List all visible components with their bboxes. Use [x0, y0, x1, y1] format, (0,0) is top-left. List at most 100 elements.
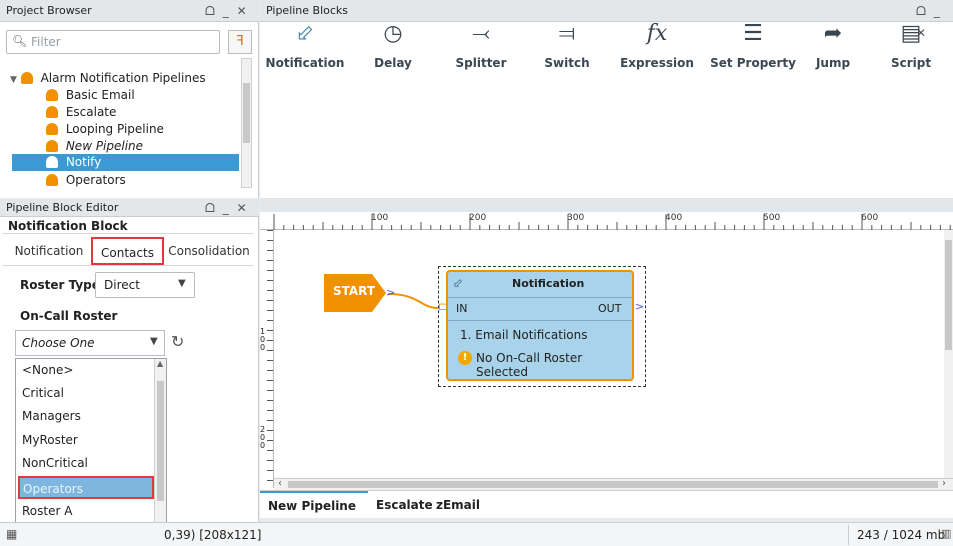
tree-item[interactable]: Escalate [46, 104, 116, 120]
splitter-icon: ⤙ [472, 21, 490, 46]
tab-zemail[interactable]: zEmail [436, 491, 480, 519]
scroll-up-arrow[interactable]: ▲ [157, 359, 163, 368]
block-label: Switch [544, 56, 590, 70]
pipeline-icon [46, 106, 58, 118]
tab-contacts[interactable]: Contacts [91, 237, 164, 265]
pipeline-blocks-title: Pipeline Blocks ᗝ _ ✕ [260, 0, 953, 40]
refresh-icon[interactable]: ↻ [171, 332, 184, 351]
block-switch[interactable]: ⫤ Switch [522, 20, 612, 70]
tree-item[interactable]: Basic Email [46, 87, 135, 103]
ruler-label: 300 [567, 213, 585, 223]
dropdown-option-highlighted[interactable]: Operators [18, 476, 154, 499]
block-editor-title-text: Pipeline Block Editor [6, 201, 119, 214]
scroll-thumb[interactable] [288, 481, 938, 488]
tree-root[interactable]: ▼ Alarm Notification Pipelines [10, 70, 206, 86]
scroll-left-arrow[interactable]: ‹ [278, 478, 282, 489]
filter-input-placeholder: Filter [31, 35, 61, 49]
grid-icon: ▦ [6, 527, 18, 541]
out-port-label: OUT [598, 302, 622, 315]
pipeline-blocks-panel: Pipeline Blocks ᗝ _ ✕ ⬃ Notification ◷ Del… [260, 0, 953, 198]
warning-icon: ! [458, 351, 472, 365]
filter-field[interactable]: 🔍︎ Filter [6, 30, 220, 54]
start-out-port[interactable]: > [386, 286, 395, 299]
search-icon: 🔍︎ [12, 34, 28, 48]
tab-rule [2, 265, 254, 266]
tab-label: New Pipeline [268, 499, 356, 513]
script-icon: ▤ [900, 21, 922, 46]
memory-usage: 243 / 1024 mb [857, 528, 946, 542]
ruler-label: 100 [371, 213, 389, 223]
dropdown-option[interactable]: MyRoster [19, 429, 149, 452]
tab-consolidation[interactable]: Consolidation [166, 237, 252, 265]
notification-node[interactable]: ⬃ Notification IN OUT 1. Email Notificat… [446, 270, 634, 381]
tree-item[interactable]: New Pipeline [46, 138, 143, 154]
panel-window-controls[interactable]: ᗝ _ ✕ [205, 0, 249, 22]
pipeline-canvas[interactable]: 100 200 300 400 500 600 100 200 START > … [260, 212, 953, 490]
top-ruler: 100 200 300 400 500 600 [260, 212, 953, 230]
horizontal-scrollbar[interactable]: ‹ › [274, 478, 953, 490]
tab-notification[interactable]: Notification [8, 237, 90, 265]
dropdown-option[interactable]: NonCritical [19, 452, 149, 475]
pipeline-icon [46, 123, 58, 135]
filter-bar: 🔍︎ Filter ꟻ [6, 30, 252, 54]
trash-icon[interactable]: ▥ [941, 527, 951, 540]
jump-arrow-icon: ➦ [823, 21, 843, 46]
in-port[interactable]: ⊏ [438, 300, 447, 313]
scroll-right-arrow[interactable]: › [942, 478, 946, 489]
node-divider [448, 320, 632, 321]
pipeline-folder-icon [20, 72, 33, 84]
status-divider [848, 525, 849, 545]
tree-item[interactable]: Operators [46, 172, 126, 188]
filter-options-icon[interactable]: ꟻ [228, 30, 252, 54]
ruler-label: 400 [665, 213, 683, 223]
start-label: START [333, 284, 376, 298]
block-label: Notification [265, 56, 345, 70]
block-jump[interactable]: ➦ Jump [788, 20, 878, 70]
block-splitter[interactable]: ⤙ Splitter [436, 20, 526, 70]
notification-icon: ⬃ [453, 276, 464, 290]
block-label: Delay [374, 56, 412, 70]
start-node[interactable]: START [324, 274, 386, 312]
block-label: Script [890, 56, 932, 70]
scroll-thumb[interactable] [243, 83, 250, 143]
node-divider [448, 297, 632, 298]
scroll-thumb[interactable] [157, 381, 164, 501]
dropdown-option[interactable]: Critical [19, 382, 149, 405]
section-header: Notification Block [8, 219, 128, 233]
project-browser-title-text: Project Browser [6, 4, 92, 17]
chevron-down-icon: ▼ [178, 278, 186, 289]
tab-new-pipeline[interactable]: New Pipeline ✕ [260, 491, 368, 539]
in-port-label: IN [456, 302, 468, 315]
out-port[interactable]: > [635, 300, 644, 313]
pipeline-tab-bar: New Pipeline ✕ Escalate zEmail [260, 490, 953, 539]
ruler-label: 600 [861, 213, 879, 223]
panel-splitter[interactable] [260, 198, 953, 212]
block-notification[interactable]: ⬃ Notification [260, 20, 350, 70]
block-delay[interactable]: ◷ Delay [348, 20, 438, 70]
tree-item-label: Operators [65, 173, 126, 187]
block-expression[interactable]: fx Expression [612, 20, 702, 70]
tree-item-label: New Pipeline [65, 139, 144, 153]
panel-window-controls[interactable]: ᗝ _ ✕ [205, 199, 249, 217]
dropdown-option[interactable]: <None> [19, 359, 149, 382]
block-script[interactable]: ▤ Script [866, 20, 953, 70]
scroll-thumb[interactable] [945, 240, 952, 350]
project-browser-panel: Project Browser ᗝ _ ✕ 🔍︎ Filter ꟻ ▼ Alar… [0, 0, 259, 198]
side-ruler-label: 100 [260, 327, 266, 352]
tab-escalate[interactable]: Escalate [376, 491, 433, 519]
expand-arrow-icon[interactable]: ▼ [10, 75, 17, 85]
vertical-scrollbar[interactable] [944, 230, 953, 478]
dropdown-scrollbar[interactable]: ▲ [154, 359, 166, 523]
roster-type-label: Roster Type: [20, 278, 105, 292]
tree-item-label: Escalate [65, 105, 117, 119]
roster-type-select[interactable]: Direct ▼ [95, 272, 195, 298]
tree-item[interactable]: Looping Pipeline [46, 121, 164, 137]
ruler-ticks [273, 214, 951, 230]
node-title: Notification [512, 277, 585, 290]
dropdown-option[interactable]: Managers [19, 405, 149, 428]
tree-item-selected[interactable]: Notify [12, 154, 239, 171]
on-call-roster-select[interactable]: Choose One ▼ [15, 330, 165, 356]
block-label: Expression [620, 56, 694, 70]
tree-scrollbar[interactable] [241, 58, 252, 188]
dropdown-option[interactable]: Roster A [19, 500, 149, 523]
